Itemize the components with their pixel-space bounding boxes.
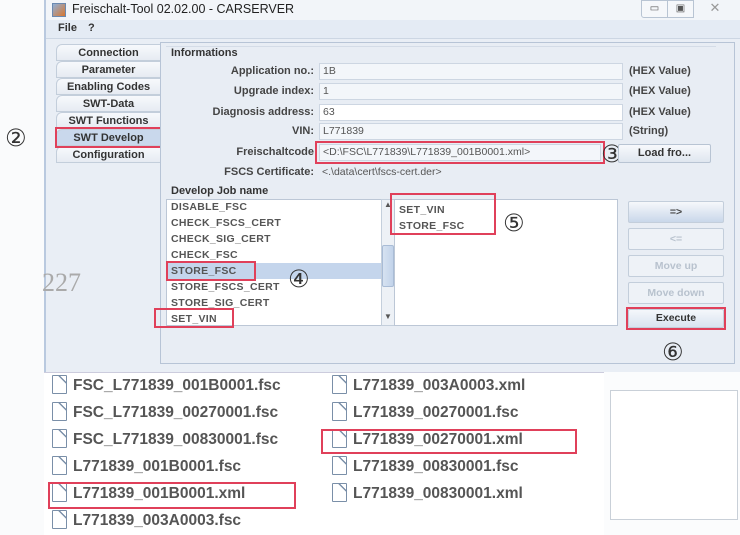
vin-label: VIN: — [292, 125, 314, 137]
file-item[interactable]: FSC_L771839_00830001.fsc — [52, 427, 278, 453]
job-item[interactable]: SET_VIN — [171, 311, 217, 325]
tab-swt-functions[interactable]: SWT Functions — [56, 112, 161, 129]
freischaltcode-field[interactable]: <D:\FSC\L771839\L771839_001B0001.xml> — [319, 144, 601, 161]
stray-text: 227 — [42, 268, 81, 297]
menu-file[interactable]: File — [58, 22, 77, 34]
minimize-button[interactable]: ▭ — [641, 0, 668, 18]
scroll-down-icon[interactable]: ▼ — [381, 312, 395, 324]
upgrade-index-field[interactable]: 1 — [319, 83, 623, 100]
maximize-button[interactable]: ▣ — [667, 0, 694, 18]
file-item[interactable]: L771839_001B0001.xml — [52, 481, 245, 507]
application-no-label: Application no.: — [230, 65, 314, 77]
chosen-job-item[interactable]: SET_VIN — [399, 202, 445, 218]
fscs-certificate-value: <.\data\cert\fscs-cert.der> — [322, 166, 442, 178]
application-no-field[interactable]: 1B — [319, 63, 623, 80]
job-item[interactable]: CHECK_FSCS_CERT — [171, 215, 281, 231]
diagnosis-address-field[interactable]: 63 — [319, 104, 623, 121]
step-2-marker: ② — [5, 124, 27, 152]
job-item-selected[interactable]: STORE_FSC — [167, 263, 381, 279]
file-preview-pane — [610, 390, 738, 520]
file-icon — [52, 375, 67, 394]
tab-connection[interactable]: Connection — [56, 44, 161, 61]
file-item[interactable]: L771839_00270001.fsc — [332, 400, 518, 426]
file-icon — [52, 429, 67, 448]
tab-parameter[interactable]: Parameter — [56, 61, 161, 78]
scroll-thumb[interactable] — [382, 245, 394, 287]
freischaltcode-label: Freischaltcode — [236, 146, 314, 158]
job-item[interactable]: STORE_FSCS_CERT — [171, 279, 280, 295]
file-item[interactable]: L771839_001B0001.fsc — [52, 454, 241, 480]
vin-field[interactable]: L771839 — [319, 123, 623, 140]
available-jobs-list[interactable]: DISABLE_FSC CHECK_FSCS_CERT CHECK_SIG_CE… — [166, 199, 382, 326]
app-icon — [52, 3, 66, 17]
step-5-marker: ⑤ — [503, 209, 525, 237]
file-icon — [332, 456, 347, 475]
scroll-up-icon[interactable]: ▲ — [381, 200, 395, 212]
file-item[interactable]: L771839_00830001.fsc — [332, 454, 518, 480]
diagnosis-address-label: Diagnosis address: — [212, 106, 314, 118]
step-4-marker: ④ — [288, 265, 310, 293]
file-icon — [52, 510, 67, 529]
fscs-certificate-label: FSCS Certificate: — [224, 166, 314, 178]
step-6-marker: ⑥ — [662, 338, 684, 366]
move-down-button[interactable]: Move down — [628, 282, 724, 304]
file-icon — [52, 402, 67, 421]
menu-help[interactable]: ? — [88, 22, 95, 34]
file-icon — [52, 483, 67, 502]
develop-job-title: Develop Job name — [171, 185, 269, 197]
file-icon — [332, 483, 347, 502]
diagnosis-address-unit: (HEX Value) — [629, 106, 691, 118]
move-up-button[interactable]: Move up — [628, 255, 724, 277]
file-icon — [332, 375, 347, 394]
chosen-job-item[interactable]: STORE_FSC — [399, 218, 465, 234]
file-item[interactable]: L771839_003A0003.fsc — [52, 508, 241, 534]
file-icon — [332, 429, 347, 448]
remove-job-button[interactable]: <= — [628, 228, 724, 250]
file-item[interactable]: FSC_L771839_00270001.fsc — [52, 400, 278, 426]
file-icon — [52, 456, 67, 475]
job-item[interactable]: CHECK_SIG_CERT — [171, 231, 271, 247]
close-button[interactable]: ✕ — [693, 0, 737, 18]
load-from-button[interactable]: Load fro... — [618, 144, 711, 163]
menu-bar — [46, 20, 740, 39]
file-item[interactable]: L771839_00270001.xml — [332, 427, 523, 453]
file-item[interactable]: L771839_003A0003.xml — [332, 373, 525, 399]
file-item[interactable]: L771839_00830001.xml — [332, 481, 523, 507]
window-title: Freischalt-Tool 02.02.00 - CARSERVER — [72, 2, 295, 16]
tab-configuration[interactable]: Configuration — [56, 146, 161, 163]
application-no-unit: (HEX Value) — [629, 65, 691, 77]
file-icon — [332, 402, 347, 421]
upgrade-index-label: Upgrade index: — [233, 85, 314, 97]
job-item[interactable]: CHECK_FSC — [171, 247, 238, 263]
job-item[interactable]: STORE_SIG_CERT — [171, 295, 270, 311]
execute-button[interactable]: Execute — [628, 309, 724, 328]
tab-enabling-codes[interactable]: Enabling Codes — [56, 78, 161, 95]
add-job-button[interactable]: => — [628, 201, 724, 223]
file-item[interactable]: FSC_L771839_001B0001.fsc — [52, 373, 281, 399]
tab-swt-data[interactable]: SWT-Data — [56, 95, 161, 112]
upgrade-index-unit: (HEX Value) — [629, 85, 691, 97]
informations-title: Informations — [171, 47, 238, 59]
job-item[interactable]: DISABLE_FSC — [171, 200, 247, 215]
tab-swt-develop[interactable]: SWT Develop — [56, 129, 161, 146]
vin-unit: (String) — [629, 125, 669, 137]
